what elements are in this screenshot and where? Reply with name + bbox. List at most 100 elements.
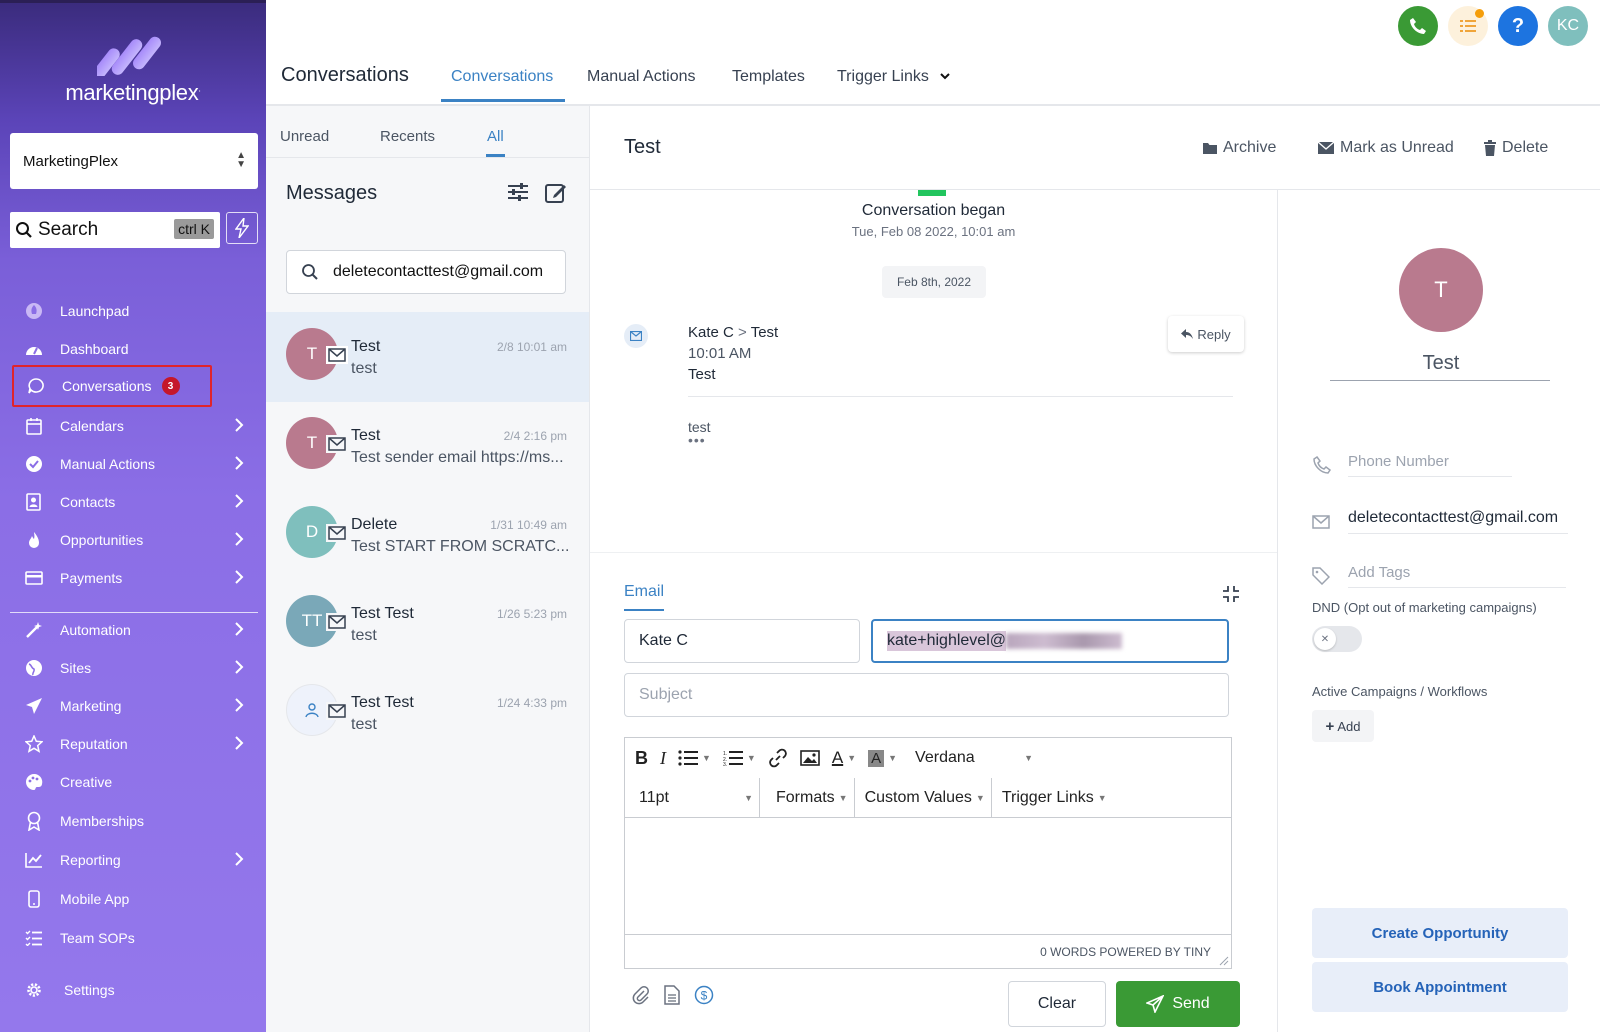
tab-trigger-links[interactable]: Trigger Links — [837, 68, 951, 86]
nav-item-manual-actions[interactable]: Manual Actions — [12, 445, 258, 483]
delete-button[interactable]: Delete — [1483, 139, 1548, 157]
image-icon[interactable] — [794, 738, 826, 778]
font-family-select[interactable]: Verdana ▼ — [909, 738, 1039, 778]
book-appointment-button[interactable]: Book Appointment — [1312, 962, 1568, 1012]
archive-button[interactable]: Archive — [1202, 139, 1276, 157]
nav-label: Manual Actions — [60, 456, 155, 472]
editor-status-bar: 0 WORDS POWERED BY TINY — [625, 934, 1231, 968]
filter-tab-recents[interactable]: Recents — [380, 128, 435, 145]
editor-body[interactable] — [625, 818, 1231, 932]
from-name-field[interactable]: Kate C — [624, 619, 860, 663]
nav-item-calendars[interactable]: Calendars — [12, 407, 258, 445]
conversation-list-item[interactable]: TT Test Test 1/26 5:23 pm test — [266, 579, 589, 669]
search-shortcut: ctrl K — [174, 219, 214, 239]
font-size-select[interactable]: 11pt ▼ — [625, 777, 760, 818]
nav-item-team-sops[interactable]: Team SOPs — [12, 919, 258, 957]
quick-action-button[interactable] — [226, 212, 258, 244]
mark-unread-button[interactable]: Mark as Unread — [1317, 139, 1454, 157]
conversation-search-input[interactable]: deletecontacttest@gmail.com — [286, 250, 566, 294]
bold-icon[interactable]: B — [629, 738, 654, 778]
tab-conversations[interactable]: Conversations — [451, 68, 553, 86]
nav-item-sites[interactable]: Sites — [12, 649, 258, 687]
notifications-button[interactable] — [1448, 6, 1488, 46]
conversation-start-marker — [918, 190, 946, 196]
nav-item-opportunities[interactable]: Opportunities — [12, 521, 258, 559]
nav-item-creative[interactable]: Creative — [12, 763, 258, 801]
filter-tab-unread[interactable]: Unread — [280, 128, 329, 145]
nav-item-reputation[interactable]: Reputation — [12, 725, 258, 763]
conversation-time: 2/8 10:01 am — [496, 340, 567, 354]
conversation-list-panel: Unread Recents All Messages deletecontac… — [266, 106, 590, 1032]
create-opportunity-button[interactable]: Create Opportunity — [1312, 908, 1568, 958]
add-campaign-button[interactable]: + Add — [1312, 710, 1374, 742]
background-color-icon[interactable]: A ▼ — [862, 738, 903, 778]
contact-name[interactable]: Test — [1278, 352, 1600, 375]
nav-item-automation[interactable]: Automation — [12, 611, 258, 649]
document-icon[interactable] — [664, 985, 680, 1010]
email-field[interactable]: deletecontacttest@gmail.com — [1312, 509, 1582, 534]
conversation-snippet: test — [351, 716, 377, 733]
conversation-list-item[interactable]: T Test 2/8 10:01 am test — [266, 312, 589, 402]
email-message-icon — [624, 324, 648, 348]
phone-call-button[interactable] — [1398, 6, 1438, 46]
paperclip-icon[interactable] — [632, 985, 650, 1010]
help-button[interactable]: ? — [1498, 6, 1538, 46]
collapse-icon[interactable] — [1222, 585, 1240, 608]
brand-logo[interactable]: marketingplex. — [0, 28, 266, 106]
conversation-began-label: Conversation began — [861, 202, 1006, 219]
conversation-list-item[interactable]: Test Test 1/24 4:33 pm test — [266, 668, 589, 758]
from-email-field[interactable]: kate+highlevel@ — [871, 619, 1229, 663]
clear-button[interactable]: Clear — [1008, 981, 1106, 1027]
italic-icon[interactable]: I — [654, 738, 672, 778]
nav-item-payments[interactable]: Payments — [12, 559, 258, 597]
subject-field[interactable]: Subject — [624, 673, 1229, 717]
message-divider — [688, 396, 1233, 397]
formats-menu[interactable]: Formats ▼ — [760, 777, 855, 818]
add-label: Add — [1337, 718, 1361, 734]
reply-button[interactable]: Reply — [1168, 316, 1244, 352]
conversation-time: 2/4 2:16 pm — [503, 429, 567, 443]
filter-tab-all[interactable]: All — [487, 128, 504, 145]
active-tab-indicator — [441, 99, 565, 102]
nav-item-launchpad[interactable]: Launchpad — [12, 292, 258, 330]
nav-item-reporting[interactable]: Reporting — [12, 841, 258, 879]
link-icon[interactable] — [762, 738, 794, 778]
tab-templates[interactable]: Templates — [732, 68, 805, 86]
text-color-icon[interactable]: A ▼ — [826, 738, 862, 778]
numbered-list-icon[interactable]: 1. 2. 3. ▼ — [717, 738, 762, 778]
send-button[interactable]: Send — [1116, 981, 1240, 1027]
account-switcher[interactable]: MarketingPlex ▲ ▼ — [10, 133, 258, 189]
nav-item-marketing[interactable]: Marketing — [12, 687, 258, 725]
resize-handle-icon[interactable] — [1219, 956, 1229, 966]
reply-label: Reply — [1197, 326, 1231, 342]
nav-item-conversations[interactable]: Conversations 3 — [12, 365, 212, 407]
campaigns-label: Active Campaigns / Workflows — [1312, 684, 1488, 699]
nav-item-mobile-app[interactable]: Mobile App — [12, 880, 258, 918]
show-more-dots[interactable]: ••• — [688, 432, 706, 448]
nav-item-dashboard[interactable]: Dashboard — [12, 330, 258, 368]
email-envelope-icon — [326, 435, 348, 453]
nav-item-contacts[interactable]: Contacts — [12, 483, 258, 521]
dollar-circle-icon[interactable]: $ — [694, 985, 714, 1010]
conversation-list-item[interactable]: T Test 2/4 2:16 pm Test sender email htt… — [266, 401, 589, 491]
composer-tab-email[interactable]: Email — [624, 583, 664, 601]
dnd-toggle[interactable]: ✕ — [1312, 626, 1362, 652]
sidebar-search[interactable]: Search ctrl K — [10, 212, 220, 248]
user-avatar[interactable]: KC — [1548, 6, 1588, 46]
tags-field[interactable]: Add Tags — [1312, 564, 1582, 588]
message-to: Test — [750, 324, 779, 341]
phone-field[interactable]: Phone Number — [1312, 453, 1582, 477]
trigger-links-menu[interactable]: Trigger Links ▼ — [992, 778, 1113, 818]
dnd-label: DND (Opt out of marketing campaigns) — [1312, 600, 1537, 615]
tab-manual-actions[interactable]: Manual Actions — [587, 68, 696, 86]
message-sender-line: Kate C > Test — [688, 324, 778, 341]
filter-sliders-icon[interactable] — [507, 182, 529, 209]
compose-icon[interactable] — [545, 182, 567, 209]
date-divider: Feb 8th, 2022 — [882, 266, 986, 298]
nav-item-settings[interactable]: Settings — [12, 971, 258, 1009]
bullet-list-icon[interactable]: ▼ — [672, 738, 717, 778]
envelope-icon — [1317, 141, 1335, 154]
custom-values-menu[interactable]: Custom Values ▼ — [855, 777, 992, 818]
nav-item-memberships[interactable]: Memberships — [12, 802, 258, 840]
conversation-list-item[interactable]: D Delete 1/31 10:49 am Test START FROM S… — [266, 490, 589, 580]
